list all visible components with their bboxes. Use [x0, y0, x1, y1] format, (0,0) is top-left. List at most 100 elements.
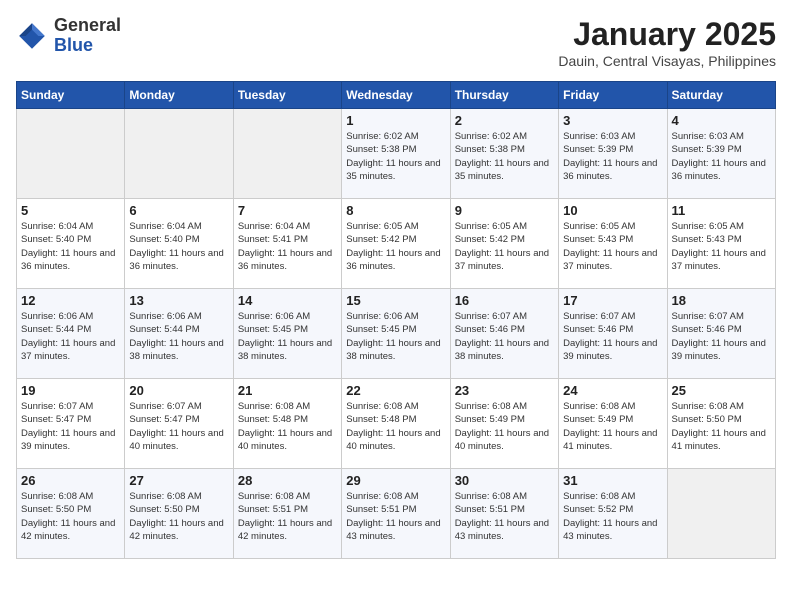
day-number: 2 [455, 113, 554, 128]
day-info: Sunrise: 6:08 AMSunset: 5:51 PMDaylight:… [455, 490, 554, 543]
calendar-cell [17, 109, 125, 199]
weekday-header: Saturday [667, 82, 775, 109]
day-info: Sunrise: 6:05 AMSunset: 5:43 PMDaylight:… [563, 220, 662, 273]
day-number: 6 [129, 203, 228, 218]
day-number: 24 [563, 383, 662, 398]
day-info: Sunrise: 6:08 AMSunset: 5:51 PMDaylight:… [238, 490, 337, 543]
logo-text: General Blue [54, 16, 121, 56]
calendar-cell: 25 Sunrise: 6:08 AMSunset: 5:50 PMDayligh… [667, 379, 775, 469]
calendar-cell: 26Sunrise: 6:08 AMSunset: 5:50 PMDayligh… [17, 469, 125, 559]
day-number: 17 [563, 293, 662, 308]
day-number: 15 [346, 293, 445, 308]
day-info: Sunrise: 6:06 AMSunset: 5:45 PMDaylight:… [346, 310, 445, 363]
day-number: 21 [238, 383, 337, 398]
calendar-table: SundayMondayTuesdayWednesdayThursdayFrid… [16, 81, 776, 559]
day-number: 19 [21, 383, 120, 398]
day-info: Sunrise: 6:06 AMSunset: 5:45 PMDaylight:… [238, 310, 337, 363]
page-header: General Blue January 2025 Dauin, Central… [16, 16, 776, 69]
calendar-cell [125, 109, 233, 199]
calendar-cell: 20 Sunrise: 6:07 AMSunset: 5:47 PMDayligh… [125, 379, 233, 469]
calendar-cell: 1Sunrise: 6:02 AMSunset: 5:38 PMDaylight… [342, 109, 450, 199]
day-number: 1 [346, 113, 445, 128]
calendar-cell: 14Sunrise: 6:06 AMSunset: 5:45 PMDayligh… [233, 289, 341, 379]
day-number: 12 [21, 293, 120, 308]
title-block: January 2025 Dauin, Central Visayas, Phi… [558, 16, 776, 69]
day-number: 13 [129, 293, 228, 308]
day-number: 11 [672, 203, 771, 218]
day-info: Sunrise: 6:05 AMSunset: 5:42 PMDaylight:… [455, 220, 554, 273]
calendar-cell: 9 Sunrise: 6:05 AMSunset: 5:42 PMDaylight… [450, 199, 558, 289]
day-info: Sunrise: 6:07 AMSunset: 5:47 PMDaylight:… [21, 400, 120, 453]
day-number: 4 [672, 113, 771, 128]
day-number: 25 [672, 383, 771, 398]
day-number: 23 [455, 383, 554, 398]
day-number: 9 [455, 203, 554, 218]
day-info: Sunrise: 6:06 AMSunset: 5:44 PMDaylight:… [129, 310, 228, 363]
logo-icon [16, 20, 48, 52]
day-info: Sunrise: 6:06 AMSunset: 5:44 PMDaylight:… [21, 310, 120, 363]
day-info: Sunrise: 6:04 AMSunset: 5:40 PMDaylight:… [129, 220, 228, 273]
calendar-cell: 21 Sunrise: 6:08 AMSunset: 5:48 PMDayligh… [233, 379, 341, 469]
day-number: 10 [563, 203, 662, 218]
calendar-cell: 2 Sunrise: 6:02 AMSunset: 5:38 PMDaylight… [450, 109, 558, 199]
calendar-cell: 28 Sunrise: 6:08 AMSunset: 5:51 PMDayligh… [233, 469, 341, 559]
day-number: 3 [563, 113, 662, 128]
day-info: Sunrise: 6:03 AMSunset: 5:39 PMDaylight:… [672, 130, 771, 183]
day-info: Sunrise: 6:02 AMSunset: 5:38 PMDaylight:… [455, 130, 554, 183]
calendar-cell: 29 Sunrise: 6:08 AMSunset: 5:51 PMDayligh… [342, 469, 450, 559]
logo: General Blue [16, 16, 121, 56]
calendar-cell: 15 Sunrise: 6:06 AMSunset: 5:45 PMDayligh… [342, 289, 450, 379]
day-info: Sunrise: 6:05 AMSunset: 5:43 PMDaylight:… [672, 220, 771, 273]
day-number: 20 [129, 383, 228, 398]
day-number: 28 [238, 473, 337, 488]
weekday-header: Tuesday [233, 82, 341, 109]
calendar-cell: 3 Sunrise: 6:03 AMSunset: 5:39 PMDaylight… [559, 109, 667, 199]
calendar-cell [233, 109, 341, 199]
calendar-cell: 30Sunrise: 6:08 AMSunset: 5:51 PMDayligh… [450, 469, 558, 559]
calendar-cell: 18Sunrise: 6:07 AMSunset: 5:46 PMDayligh… [667, 289, 775, 379]
weekday-header: Sunday [17, 82, 125, 109]
day-number: 29 [346, 473, 445, 488]
day-info: Sunrise: 6:03 AMSunset: 5:39 PMDaylight:… [563, 130, 662, 183]
calendar-cell: 24 Sunrise: 6:08 AMSunset: 5:49 PMDayligh… [559, 379, 667, 469]
calendar-cell: 11 Sunrise: 6:05 AMSunset: 5:43 PMDayligh… [667, 199, 775, 289]
calendar-cell: 22Sunrise: 6:08 AMSunset: 5:48 PMDayligh… [342, 379, 450, 469]
day-info: Sunrise: 6:07 AMSunset: 5:47 PMDaylight:… [129, 400, 228, 453]
weekday-header: Thursday [450, 82, 558, 109]
calendar-cell: 17 Sunrise: 6:07 AMSunset: 5:46 PMDayligh… [559, 289, 667, 379]
calendar-cell: 27Sunrise: 6:08 AMSunset: 5:50 PMDayligh… [125, 469, 233, 559]
day-number: 31 [563, 473, 662, 488]
calendar-cell: 16Sunrise: 6:07 AMSunset: 5:46 PMDayligh… [450, 289, 558, 379]
day-number: 5 [21, 203, 120, 218]
day-info: Sunrise: 6:05 AMSunset: 5:42 PMDaylight:… [346, 220, 445, 273]
calendar-cell: 19 Sunrise: 6:07 AMSunset: 5:47 PMDayligh… [17, 379, 125, 469]
day-number: 18 [672, 293, 771, 308]
day-info: Sunrise: 6:08 AMSunset: 5:49 PMDaylight:… [563, 400, 662, 453]
month-title: January 2025 [558, 16, 776, 53]
weekday-header: Monday [125, 82, 233, 109]
day-number: 27 [129, 473, 228, 488]
calendar-cell: 7 Sunrise: 6:04 AMSunset: 5:41 PMDaylight… [233, 199, 341, 289]
calendar-cell [667, 469, 775, 559]
day-info: Sunrise: 6:08 AMSunset: 5:52 PMDaylight:… [563, 490, 662, 543]
day-number: 8 [346, 203, 445, 218]
day-info: Sunrise: 6:07 AMSunset: 5:46 PMDaylight:… [563, 310, 662, 363]
day-info: Sunrise: 6:08 AMSunset: 5:50 PMDaylight:… [672, 400, 771, 453]
day-info: Sunrise: 6:08 AMSunset: 5:49 PMDaylight:… [455, 400, 554, 453]
day-number: 16 [455, 293, 554, 308]
weekday-header: Wednesday [342, 82, 450, 109]
calendar-cell: 31 Sunrise: 6:08 AMSunset: 5:52 PMDayligh… [559, 469, 667, 559]
calendar-cell: 12 Sunrise: 6:06 AMSunset: 5:44 PMDayligh… [17, 289, 125, 379]
calendar-cell: 5Sunrise: 6:04 AMSunset: 5:40 PMDaylight… [17, 199, 125, 289]
day-number: 7 [238, 203, 337, 218]
day-info: Sunrise: 6:08 AMSunset: 5:51 PMDaylight:… [346, 490, 445, 543]
day-info: Sunrise: 6:08 AMSunset: 5:48 PMDaylight:… [238, 400, 337, 453]
calendar-cell: 6 Sunrise: 6:04 AMSunset: 5:40 PMDaylight… [125, 199, 233, 289]
day-info: Sunrise: 6:04 AMSunset: 5:41 PMDaylight:… [238, 220, 337, 273]
weekday-header: Friday [559, 82, 667, 109]
calendar-cell: 13 Sunrise: 6:06 AMSunset: 5:44 PMDayligh… [125, 289, 233, 379]
day-info: Sunrise: 6:08 AMSunset: 5:48 PMDaylight:… [346, 400, 445, 453]
calendar-cell: 10 Sunrise: 6:05 AMSunset: 5:43 PMDayligh… [559, 199, 667, 289]
day-number: 26 [21, 473, 120, 488]
calendar-cell: 4 Sunrise: 6:03 AMSunset: 5:39 PMDaylight… [667, 109, 775, 199]
